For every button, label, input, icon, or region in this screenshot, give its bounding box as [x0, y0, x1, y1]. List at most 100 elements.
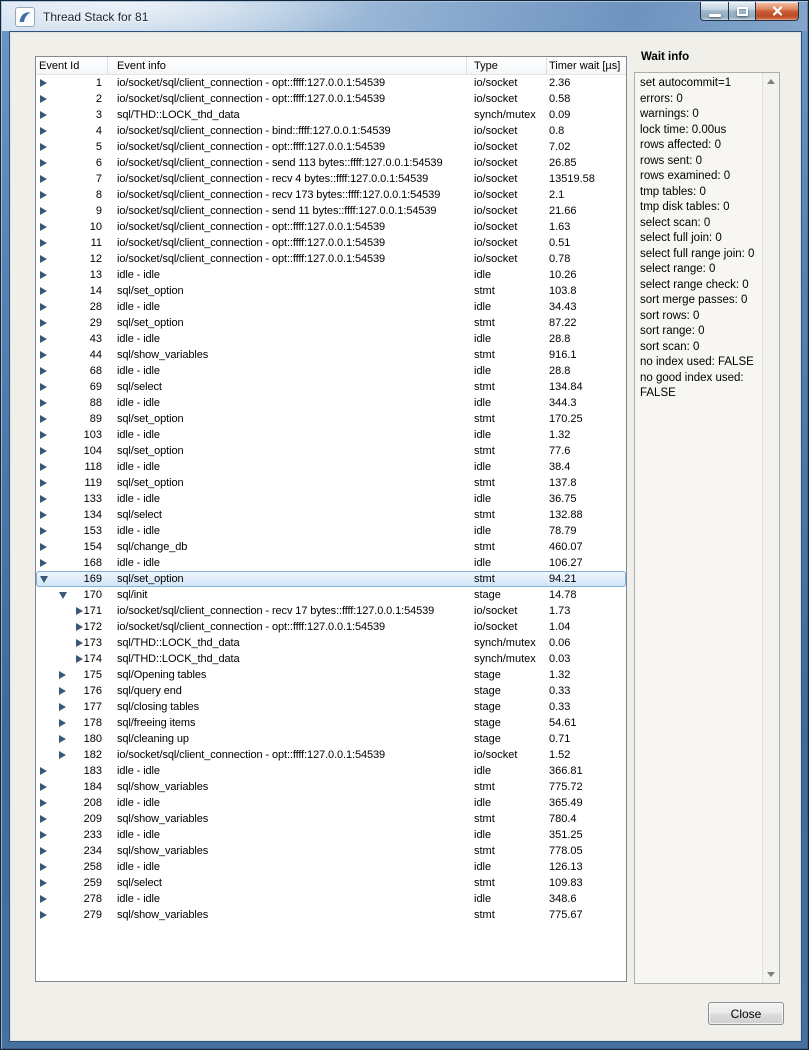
expand-arrow-icon[interactable] [40, 767, 47, 775]
column-header-timer-wait[interactable]: Timer wait [µs] [547, 57, 626, 74]
table-row[interactable]: 44 sql/show_variables stmt 916.1 [36, 347, 626, 363]
table-row[interactable]: 43 idle - idle idle 28.8 [36, 331, 626, 347]
close-window-button[interactable] [756, 2, 799, 21]
expand-arrow-icon[interactable] [40, 303, 47, 311]
wait-info-scrollbar[interactable] [762, 73, 779, 983]
table-row[interactable]: 233 idle - idle idle 351.25 [36, 827, 626, 843]
table-row[interactable]: 118 idle - idle idle 38.4 [36, 459, 626, 475]
expand-arrow-icon[interactable] [59, 671, 66, 679]
expand-arrow-icon[interactable] [40, 383, 47, 391]
table-row[interactable]: 176 sql/query end stage 0.33 [36, 683, 626, 699]
column-header-event-info[interactable]: Event info [108, 57, 467, 74]
expand-arrow-icon[interactable] [40, 559, 47, 567]
expand-arrow-icon[interactable] [76, 607, 83, 615]
table-row[interactable]: 88 idle - idle idle 344.3 [36, 395, 626, 411]
table-row[interactable]: 3 sql/THD::LOCK_thd_data synch/mutex 0.0… [36, 107, 626, 123]
expand-arrow-icon[interactable] [40, 79, 47, 87]
table-row[interactable]: 134 sql/select stmt 132.88 [36, 507, 626, 523]
expand-arrow-icon[interactable] [40, 799, 47, 807]
expand-arrow-icon[interactable] [40, 95, 47, 103]
table-row[interactable]: 1 io/socket/sql/client_connection - opt:… [36, 75, 626, 91]
table-row[interactable]: 183 idle - idle idle 366.81 [36, 763, 626, 779]
table-row[interactable]: 8 io/socket/sql/client_connection - recv… [36, 187, 626, 203]
expand-arrow-icon[interactable] [76, 623, 83, 631]
expand-arrow-icon[interactable] [40, 431, 47, 439]
minimize-button[interactable] [700, 2, 729, 21]
table-row[interactable]: 103 idle - idle idle 1.32 [36, 427, 626, 443]
expand-arrow-icon[interactable] [40, 479, 47, 487]
expand-arrow-icon[interactable] [40, 527, 47, 535]
table-row[interactable]: 177 sql/closing tables stage 0.33 [36, 699, 626, 715]
scroll-down-button[interactable] [763, 966, 779, 983]
expand-arrow-icon[interactable] [40, 207, 47, 215]
table-row[interactable]: 170 sql/init stage 14.78 [36, 587, 626, 603]
expand-arrow-icon[interactable] [40, 191, 47, 199]
table-row[interactable]: 258 idle - idle idle 126.13 [36, 859, 626, 875]
expand-arrow-icon[interactable] [40, 399, 47, 407]
table-row[interactable]: 234 sql/show_variables stmt 778.05 [36, 843, 626, 859]
scrollbar-track[interactable] [763, 90, 779, 966]
expand-arrow-icon[interactable] [40, 895, 47, 903]
expand-arrow-icon[interactable] [40, 576, 48, 583]
table-row[interactable]: 184 sql/show_variables stmt 775.72 [36, 779, 626, 795]
expand-arrow-icon[interactable] [40, 415, 47, 423]
table-row[interactable]: 104 sql/set_option stmt 77.6 [36, 443, 626, 459]
expand-arrow-icon[interactable] [59, 751, 66, 759]
table-row[interactable]: 29 sql/set_option stmt 87.22 [36, 315, 626, 331]
table-row[interactable]: 7 io/socket/sql/client_connection - recv… [36, 171, 626, 187]
expand-arrow-icon[interactable] [40, 815, 47, 823]
expand-arrow-icon[interactable] [40, 463, 47, 471]
expand-arrow-icon[interactable] [40, 863, 47, 871]
table-row[interactable]: 174 sql/THD::LOCK_thd_data synch/mutex 0… [36, 651, 626, 667]
table-row[interactable]: 5 io/socket/sql/client_connection - opt:… [36, 139, 626, 155]
expand-arrow-icon[interactable] [40, 239, 47, 247]
expand-arrow-icon[interactable] [40, 847, 47, 855]
table-row[interactable]: 6 io/socket/sql/client_connection - send… [36, 155, 626, 171]
expand-arrow-icon[interactable] [59, 735, 66, 743]
table-row[interactable]: 9 io/socket/sql/client_connection - send… [36, 203, 626, 219]
expand-arrow-icon[interactable] [40, 255, 47, 263]
table-row[interactable]: 28 idle - idle idle 34.43 [36, 299, 626, 315]
table-row[interactable]: 133 idle - idle idle 36.75 [36, 491, 626, 507]
scroll-up-button[interactable] [763, 73, 779, 90]
table-row[interactable]: 278 idle - idle idle 348.6 [36, 891, 626, 907]
column-header-event-id[interactable]: Event Id [36, 57, 108, 74]
table-row[interactable]: 208 idle - idle idle 365.49 [36, 795, 626, 811]
expand-arrow-icon[interactable] [40, 367, 47, 375]
expand-arrow-icon[interactable] [40, 495, 47, 503]
expand-arrow-icon[interactable] [40, 271, 47, 279]
expand-arrow-icon[interactable] [40, 111, 47, 119]
expand-arrow-icon[interactable] [76, 655, 83, 663]
expand-arrow-icon[interactable] [40, 783, 47, 791]
table-row[interactable]: 13 idle - idle idle 10.26 [36, 267, 626, 283]
expand-arrow-icon[interactable] [40, 511, 47, 519]
expand-arrow-icon[interactable] [40, 543, 47, 551]
expand-arrow-icon[interactable] [40, 319, 47, 327]
titlebar[interactable]: Thread Stack for 81 [2, 2, 807, 31]
table-row[interactable]: 4 io/socket/sql/client_connection - bind… [36, 123, 626, 139]
expand-arrow-icon[interactable] [40, 143, 47, 151]
table-row[interactable]: 175 sql/Opening tables stage 1.32 [36, 667, 626, 683]
table-row[interactable]: 178 sql/freeing items stage 54.61 [36, 715, 626, 731]
expand-arrow-icon[interactable] [59, 703, 66, 711]
expand-arrow-icon[interactable] [40, 127, 47, 135]
table-row[interactable]: 168 idle - idle idle 106.27 [36, 555, 626, 571]
table-row[interactable]: 14 sql/set_option stmt 103.8 [36, 283, 626, 299]
table-row[interactable]: 172 io/socket/sql/client_connection - op… [36, 619, 626, 635]
table-row[interactable]: 171 io/socket/sql/client_connection - re… [36, 603, 626, 619]
table-row[interactable]: 12 io/socket/sql/client_connection - opt… [36, 251, 626, 267]
expand-arrow-icon[interactable] [40, 159, 47, 167]
table-row[interactable]: 173 sql/THD::LOCK_thd_data synch/mutex 0… [36, 635, 626, 651]
expand-arrow-icon[interactable] [40, 879, 47, 887]
expand-arrow-icon[interactable] [40, 831, 47, 839]
column-header-type[interactable]: Type [467, 57, 547, 74]
expand-arrow-icon[interactable] [59, 719, 66, 727]
expand-arrow-icon[interactable] [40, 447, 47, 455]
table-row[interactable]: 2 io/socket/sql/client_connection - opt:… [36, 91, 626, 107]
expand-arrow-icon[interactable] [40, 287, 47, 295]
expand-arrow-icon[interactable] [40, 175, 47, 183]
expand-arrow-icon[interactable] [76, 639, 83, 647]
table-row[interactable]: 69 sql/select stmt 134.84 [36, 379, 626, 395]
table-row[interactable]: 279 sql/show_variables stmt 775.67 [36, 907, 626, 923]
close-button[interactable]: Close [708, 1002, 784, 1025]
